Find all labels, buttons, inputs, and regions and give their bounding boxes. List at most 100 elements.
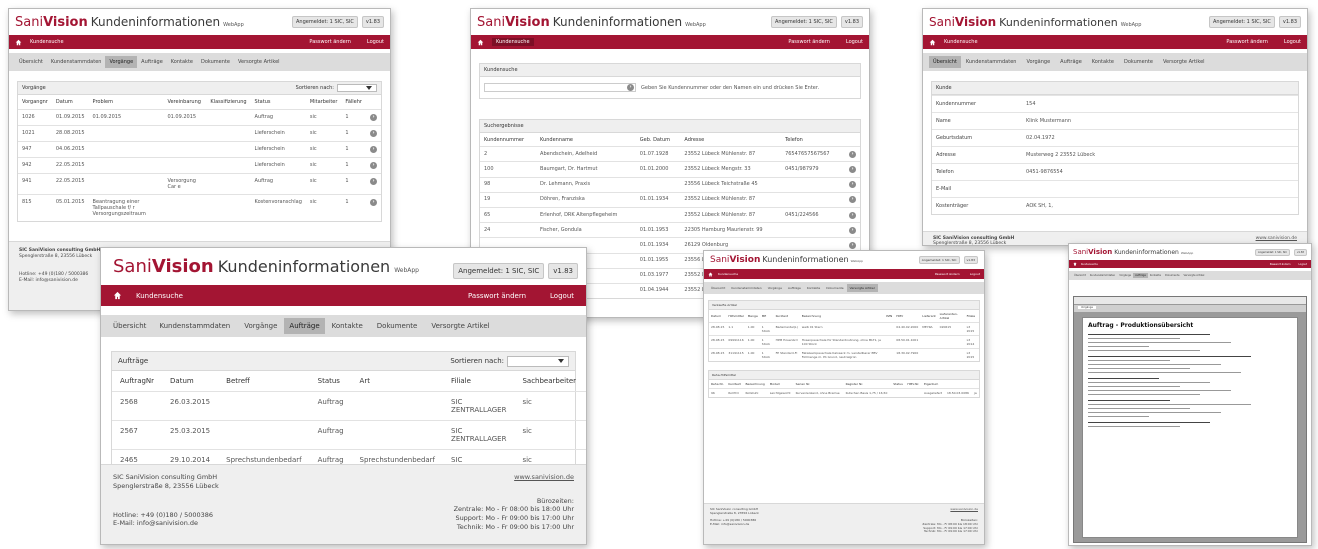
tab-versorgte-artikel[interactable]: Versorgte Artikel [846, 284, 878, 292]
tab-kundenstammdaten[interactable]: Kundenstammdaten [152, 318, 237, 334]
tab-vorgaenge[interactable]: Vorgänge [1021, 56, 1055, 68]
row-open-icon[interactable]: › [849, 241, 856, 249]
table-row[interactable]: 28.08.15 1.1 1.00 1 Stück Bademantel(L) weiß … [709, 322, 979, 336]
tab-versorgte-artikel[interactable]: Versorgte Artikel [234, 56, 284, 68]
home-icon[interactable] [1073, 262, 1077, 266]
tab-vorgaenge[interactable]: Vorgänge [765, 284, 785, 292]
row-open-icon[interactable]: › [849, 196, 856, 204]
tab-uebersicht[interactable]: Übersicht [15, 56, 47, 68]
home-link[interactable]: Kundensuche [136, 292, 183, 300]
row-open-icon[interactable]: › [370, 162, 377, 169]
table-row[interactable]: 2567 25.03.2015 Auftrag SIC ZENTRALLAGER sic… [112, 420, 586, 450]
password-link[interactable]: Passwort ändern [1270, 263, 1291, 266]
row-open-icon[interactable]: › [849, 211, 856, 219]
tab-kontakte[interactable]: Kontakte [1148, 273, 1163, 278]
table-row[interactable]: 1021 28.08.2015 Lieferschein sic 1 › [18, 125, 381, 142]
tab-kontakte[interactable]: Kontakte [1087, 56, 1119, 68]
logout-link[interactable]: Logout [846, 39, 863, 45]
row-open-icon[interactable]: › [370, 146, 377, 153]
table-row[interactable]: 96 Roll?Dr Rollstuhl Leichtgewicht Kurvenle… [709, 388, 979, 397]
home-link[interactable]: Kundensuche [1081, 263, 1098, 266]
search-input[interactable]: › [484, 83, 636, 92]
search-arrow-icon[interactable]: › [627, 84, 634, 91]
row-open-icon[interactable]: › [849, 165, 856, 173]
footer-url[interactable]: www.sanivision.de [1256, 236, 1297, 241]
row-open-icon[interactable]: › [370, 178, 377, 185]
home-icon[interactable] [113, 291, 122, 300]
logout-link[interactable]: Logout [1284, 39, 1301, 45]
home-icon[interactable] [15, 39, 22, 46]
tab-auftraege[interactable]: Aufträge [1133, 273, 1148, 278]
tab-kontakte[interactable]: Kontakte [804, 284, 823, 292]
tab-auftraege[interactable]: Aufträge [785, 284, 804, 292]
password-link[interactable]: Passwort ändern [468, 292, 526, 300]
password-link[interactable]: Passwort ändern [935, 272, 960, 276]
tab-kundenstammdaten[interactable]: Kundenstammdaten [961, 56, 1022, 68]
table-row[interactable]: 100 Baumgart, Dr. Hartmut 01.01.2000 23552 … [480, 161, 860, 178]
tab-vorgaenge[interactable]: Vorgänge [237, 318, 284, 334]
tab-versorgte-artikel[interactable]: Versorgte Artikel [1182, 273, 1207, 278]
tab-kundenstammdaten[interactable]: Kundenstammdaten [1088, 273, 1117, 278]
tab-auftraege[interactable]: Aufträge [284, 318, 325, 334]
password-link[interactable]: Passwort ändern [309, 39, 350, 45]
tab-auftraege[interactable]: Aufträge [1055, 56, 1087, 68]
footer-email[interactable]: E-Mail: info@sanivision.de [113, 519, 213, 528]
footer-email[interactable]: E-Mail: info@sanivision.de [710, 522, 756, 527]
tab-kundenstammdaten[interactable]: Kundenstammdaten [47, 56, 106, 68]
tab-dokumente[interactable]: Dokumente [370, 318, 425, 334]
tab-kontakte[interactable]: Kontakte [325, 318, 370, 334]
logout-link[interactable]: Logout [367, 39, 384, 45]
tab-kundenstammdaten[interactable]: Kundenstammdaten [728, 284, 764, 292]
table-row[interactable]: 24 Fischer, Gondula 01.01.1953 22305 Hambur… [480, 222, 860, 238]
tab-uebersicht[interactable]: Übersicht [929, 56, 961, 68]
table-row[interactable]: 98 Dr. Lehmann, Praxis 23556 Lübeck Teichs… [480, 176, 860, 193]
home-icon[interactable] [929, 39, 936, 46]
password-link[interactable]: Passwort ändern [1226, 39, 1267, 45]
tab-dokumente[interactable]: Dokumente [823, 284, 846, 292]
row-open-icon[interactable]: › [370, 114, 377, 121]
logout-link[interactable]: Logout [1298, 263, 1307, 266]
tab-kontakte[interactable]: Kontakte [167, 56, 197, 68]
footer-url[interactable]: www.sanivision.de [514, 473, 574, 491]
table-row[interactable]: 941 22.05.2015 Versorgung Car e Auftrag sic 1… [18, 173, 381, 195]
tab-dokumente[interactable]: Dokumente [1119, 56, 1158, 68]
table-row[interactable]: 942 22.05.2015 Lieferschein sic 1 › [18, 157, 381, 174]
password-link[interactable]: Passwort ändern [788, 39, 829, 45]
home-link[interactable]: Kundensuche [492, 38, 534, 46]
row-open-icon[interactable]: › [849, 150, 856, 158]
tab-auftraege[interactable]: Aufträge [137, 56, 167, 68]
home-link[interactable]: Kundensuche [718, 272, 738, 276]
row-open-icon[interactable]: › [849, 226, 856, 234]
home-icon[interactable] [708, 272, 713, 277]
sort-select[interactable] [507, 355, 569, 367]
table-row[interactable]: 19 Döhren, Franziska 01.01.1934 23552 Lübec… [480, 191, 860, 208]
table-row[interactable]: 65 Erlenhof, DRK Altenpflegeheim 23552 Lüb… [480, 206, 860, 223]
table-row[interactable]: 28.08.15 09991116 1.00 1 Stück HPM Hosenbrd H… [709, 335, 979, 349]
row-open-icon[interactable]: › [849, 181, 856, 189]
tab-dokumente[interactable]: Dokumente [1163, 273, 1182, 278]
logout-link[interactable]: Logout [550, 292, 574, 300]
home-link[interactable]: Kundensuche [30, 39, 64, 45]
tab-versorgte-artikel[interactable]: Versorgte Artikel [424, 318, 496, 334]
home-icon[interactable] [477, 39, 484, 46]
row-open-icon[interactable]: › [370, 130, 377, 137]
sort-select[interactable] [337, 84, 377, 92]
version-badge: v1.83 [361, 16, 384, 28]
tab-dokumente[interactable]: Dokumente [197, 56, 234, 68]
row-open-icon[interactable]: › [370, 199, 377, 206]
tab-vorgaenge[interactable]: Vorgänge [105, 56, 138, 68]
tab-uebersicht[interactable]: Übersicht [1072, 273, 1088, 278]
table-row[interactable]: 815 05.01.2015 Beantragung einer Tallpausc… [18, 194, 381, 221]
table-row[interactable]: 2 Abendschein, Adelheid 01.07.1928 23552 Lü… [480, 146, 860, 162]
table-row[interactable]: 28.08.15 31191115 1.00 1 Stück FP Standard-F… [709, 348, 979, 361]
tab-versorgte-artikel[interactable]: Versorgte Artikel [1158, 56, 1210, 68]
logout-link[interactable]: Logout [970, 272, 980, 276]
table-row[interactable]: 947 04.06.2015 Lieferschein sic 1 › [18, 141, 381, 158]
tab-vorgaenge[interactable]: Vorgänge [1117, 273, 1133, 278]
home-link[interactable]: Kundensuche [944, 39, 978, 45]
table-row[interactable]: 2568 26.03.2015 Auftrag SIC ZENTRALLAGER sic… [112, 391, 586, 421]
footer-url[interactable]: www.sanivision.de [950, 507, 978, 512]
table-row[interactable]: 1026 01.09.2015 01.09.2015 01.09.2015 Auftra… [18, 109, 381, 126]
tab-uebersicht[interactable]: Übersicht [708, 284, 728, 292]
tab-uebersicht[interactable]: Übersicht [113, 318, 152, 334]
